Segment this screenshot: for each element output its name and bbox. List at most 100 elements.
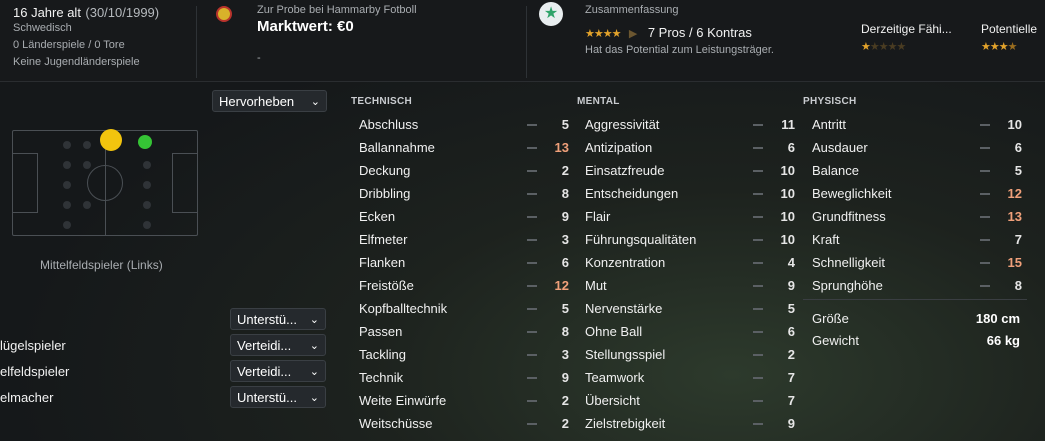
market-value: Marktwert: €0 (257, 18, 354, 35)
attribute-row[interactable]: Zielstrebigkeit 9 (585, 412, 795, 435)
attribute-row[interactable]: Mut 9 (585, 274, 795, 297)
attribute-row[interactable]: Führungsqualitäten 10 (585, 228, 795, 251)
attribute-row[interactable]: Schnelligkeit 15 (812, 251, 1022, 274)
chevron-down-icon: ⌄ (309, 339, 319, 352)
attribute-row[interactable]: Sprunghöhe 8 (812, 274, 1022, 297)
attribute-row[interactable]: Stellungsspiel 2 (585, 343, 795, 366)
club-badge-icon[interactable] (216, 6, 232, 22)
chevron-down-icon: ⌄ (309, 313, 319, 326)
attribute-row[interactable]: Abschluss 5 (359, 113, 569, 136)
attribute-row[interactable]: Freistöße 12 (359, 274, 569, 297)
club-status[interactable]: Zur Probe bei Hammarby Fotboll (257, 4, 417, 16)
attribute-row[interactable]: Weitschüsse 2 (359, 412, 569, 435)
attribute-value: 3 (561, 232, 569, 247)
trend-dash-icon (753, 400, 763, 402)
potential-ability-stars: ★★★★ (981, 41, 1017, 53)
player-age: 16 Jahre alt (13, 5, 81, 20)
attribute-row[interactable]: Kopfballtechnik 5 (359, 297, 569, 320)
trend-dash-icon (980, 239, 990, 241)
attribute-row[interactable]: Teamwork 7 (585, 366, 795, 389)
attribute-name: Teamwork (585, 370, 645, 385)
attribute-row[interactable]: Tackling 3 (359, 343, 569, 366)
attribute-row[interactable]: Nervenstärke 5 (585, 297, 795, 320)
attribute-value: 8 (561, 186, 569, 201)
chevron-down-icon: ⌄ (310, 95, 320, 108)
physical-heading: PHYSISCH (803, 96, 857, 107)
player-dob: (30/10/1999) (85, 5, 160, 20)
attribute-row[interactable]: Balance 5 (812, 159, 1022, 182)
trend-dash-icon (753, 354, 763, 356)
attribute-row[interactable]: Weite Einwürfe 2 (359, 389, 569, 412)
attribute-row[interactable]: Ohne Ball 6 (585, 320, 795, 343)
attribute-name: Tackling (359, 347, 406, 362)
attribute-row[interactable]: Passen 8 (359, 320, 569, 343)
attribute-row[interactable]: Ecken 9 (359, 205, 569, 228)
attribute-row[interactable]: Entscheidungen 10 (585, 182, 795, 205)
attribute-row[interactable]: Grundfitness 13 (812, 205, 1022, 228)
attribute-row[interactable]: Ballannahme 13 (359, 136, 569, 159)
attribute-row[interactable]: Beweglichkeit 12 (812, 182, 1022, 205)
pitch-slot (83, 201, 91, 209)
role-duty-dropdown[interactable]: Unterstü... ⌄ (230, 386, 326, 408)
attribute-name: Passen (359, 324, 403, 339)
attribute-value: 9 (787, 416, 795, 431)
attribute-name: Ausdauer (812, 140, 868, 155)
attribute-row[interactable]: Dribbling 8 (359, 182, 569, 205)
attribute-name: Deckung (359, 163, 411, 178)
role-duty-dropdown[interactable]: Verteidi... ⌄ (230, 360, 326, 382)
pitch-slot (143, 201, 151, 209)
attribute-row[interactable]: Antizipation 6 (585, 136, 795, 159)
attribute-row[interactable]: Technik 9 (359, 366, 569, 389)
summary-rating-stars: ★★★★ (585, 28, 621, 40)
attribute-row[interactable]: Kraft 7 (812, 228, 1022, 251)
attribute-row[interactable]: Flanken 6 (359, 251, 569, 274)
weight-row: Gewicht 66 kg (812, 333, 1020, 348)
attribute-name: Ballannahme (359, 140, 435, 155)
attribute-name: Technik (359, 370, 404, 385)
attribute-name: Konzentration (585, 255, 666, 270)
trend-dash-icon (753, 124, 763, 126)
trend-dash-icon (527, 400, 537, 402)
attribute-name: Balance (812, 163, 859, 178)
pitch-slot (63, 181, 71, 189)
attribute-row[interactable]: Konzentration 4 (585, 251, 795, 274)
role-duty-label: Verteidi... (237, 363, 292, 379)
role-duty-dropdown[interactable]: Verteidi... ⌄ (230, 334, 326, 356)
attribute-value: 8 (1014, 278, 1022, 293)
attribute-name: Antritt (812, 117, 846, 132)
role-duty-label: Unterstü... (237, 389, 297, 405)
attribute-value: 10 (780, 232, 795, 247)
attribute-row[interactable]: Übersicht 7 (585, 389, 795, 412)
attribute-value: 15 (1007, 255, 1022, 270)
attribute-row[interactable]: Flair 10 (585, 205, 795, 228)
attribute-row[interactable]: Elfmeter 3 (359, 228, 569, 251)
trend-dash-icon (527, 170, 537, 172)
attribute-value: 2 (561, 393, 569, 408)
trend-dash-icon (753, 239, 763, 241)
attribute-value: 5 (1014, 163, 1022, 178)
attribute-row[interactable]: Ausdauer 6 (812, 136, 1022, 159)
weight-label: Gewicht (812, 333, 859, 348)
trend-dash-icon (980, 285, 990, 287)
trend-dash-icon (753, 308, 763, 310)
attribute-row[interactable]: Aggressivität 11 (585, 113, 795, 136)
attribute-row[interactable]: Antritt 10 (812, 113, 1022, 136)
attribute-row[interactable]: Einsatzfreude 10 (585, 159, 795, 182)
height-value: 180 cm (975, 311, 1020, 326)
pitch-slot (143, 181, 151, 189)
pitch-slot (63, 141, 71, 149)
role-name: elmacher (0, 390, 54, 405)
role-duty-dropdown[interactable]: Unterstü... ⌄ (230, 308, 326, 330)
trend-dash-icon (753, 147, 763, 149)
attribute-value: 11 (781, 117, 795, 132)
attribute-value: 12 (1007, 186, 1022, 201)
attribute-value: 6 (787, 324, 795, 339)
trend-dash-icon (753, 423, 763, 425)
player-nationality[interactable]: Schwedisch (13, 22, 72, 34)
attribute-name: Sprunghöhe (812, 278, 883, 293)
highlight-dropdown[interactable]: Hervorheben ⌄ (212, 90, 327, 112)
attribute-value: 13 (554, 140, 569, 155)
potential-ability-label: Potentielle (981, 22, 1038, 36)
attribute-row[interactable]: Deckung 2 (359, 159, 569, 182)
role-duty-label: Unterstü... (237, 311, 297, 327)
